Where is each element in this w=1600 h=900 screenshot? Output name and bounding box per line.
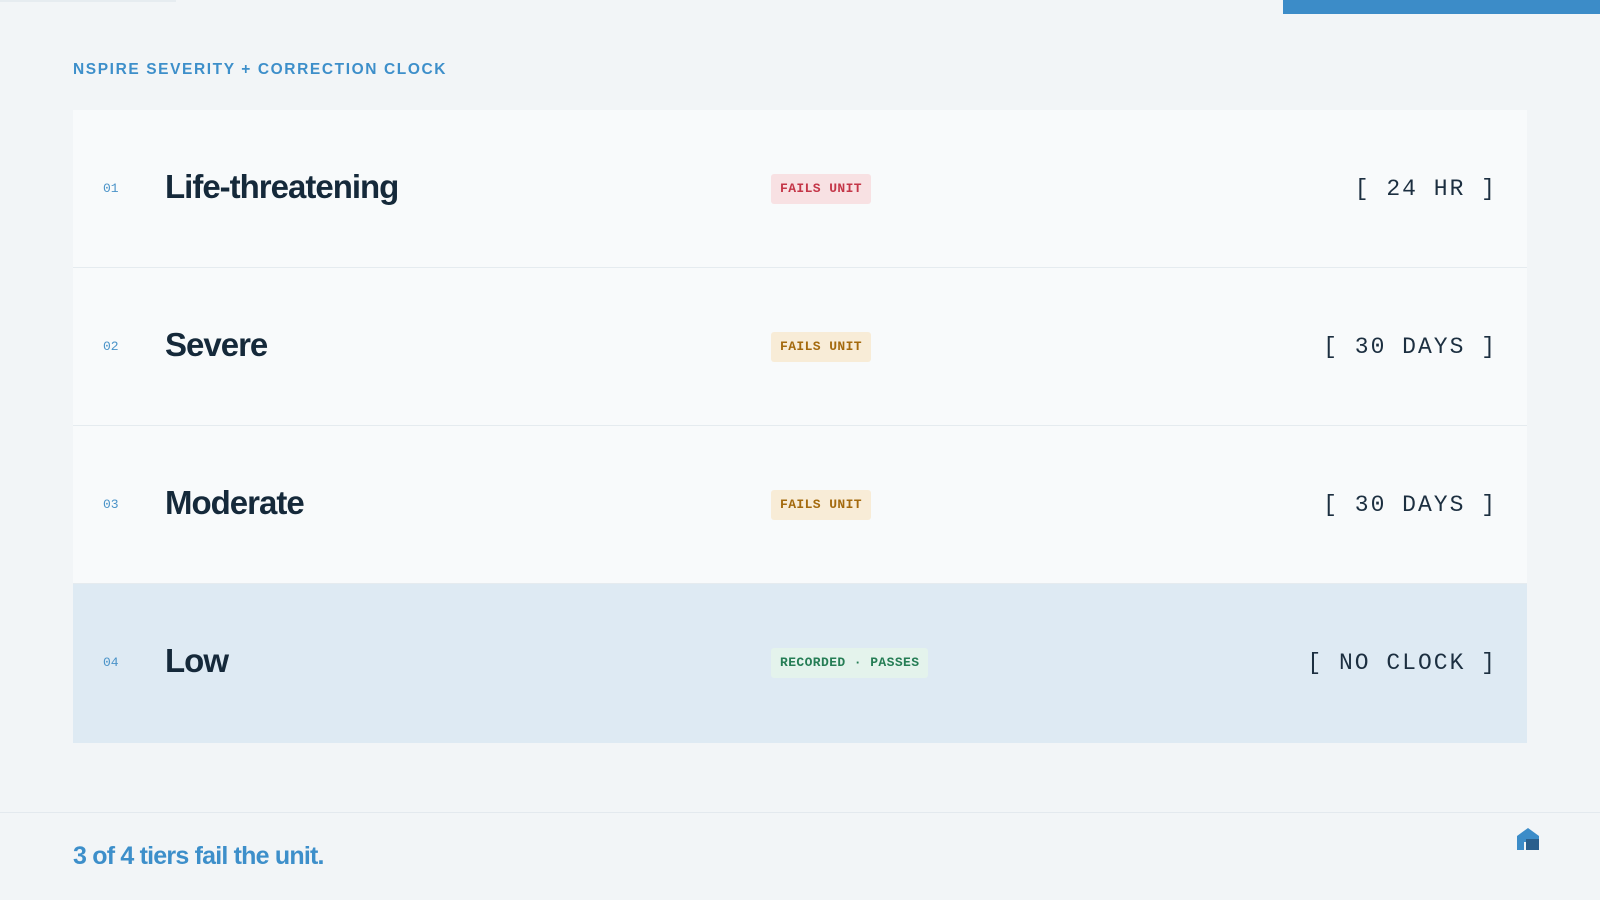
status-badge: FAILS UNIT	[771, 332, 872, 362]
tier-name: Low	[165, 642, 229, 679]
tier-number: 02	[103, 339, 119, 354]
correction-clock: [ NO CLOCK ]	[1307, 650, 1497, 676]
page-eyebrow-title: NSPIRE SEVERITY + CORRECTION CLOCK	[73, 61, 448, 78]
correction-clock: [ 30 DAYS ]	[1323, 492, 1497, 518]
footer-bar: 3 of 4 tiers fail the unit.	[0, 812, 1600, 900]
status-badge: FAILS UNIT	[771, 174, 872, 204]
status-badge: RECORDED · PASSES	[771, 648, 929, 678]
tier-name: Severe	[165, 326, 268, 363]
correction-clock: [ 30 DAYS ]	[1323, 334, 1497, 360]
status-badge: FAILS UNIT	[771, 490, 872, 520]
tier-row-low: 04 Low RECORDED · PASSES [ NO CLOCK ]	[73, 584, 1527, 743]
correction-clock: [ 24 HR ]	[1354, 176, 1497, 202]
top-accent-bar	[1283, 0, 1600, 14]
tier-row-life-threatening: 01 Life-threatening FAILS UNIT [ 24 HR ]	[73, 110, 1527, 268]
tier-number: 01	[103, 181, 119, 196]
house-logo-icon	[1517, 828, 1539, 850]
tier-name: Moderate	[165, 484, 305, 521]
tier-name: Life-threatening	[165, 168, 399, 205]
tier-number: 03	[103, 497, 119, 512]
tier-row-severe: 02 Severe FAILS UNIT [ 30 DAYS ]	[73, 268, 1527, 426]
tier-row-moderate: 03 Moderate FAILS UNIT [ 30 DAYS ]	[73, 426, 1527, 584]
top-divider	[0, 0, 176, 2]
summary-statement: 3 of 4 tiers fail the unit.	[73, 842, 324, 870]
tier-number: 04	[103, 655, 119, 670]
severity-tier-table: 01 Life-threatening FAILS UNIT [ 24 HR ]…	[73, 110, 1527, 743]
